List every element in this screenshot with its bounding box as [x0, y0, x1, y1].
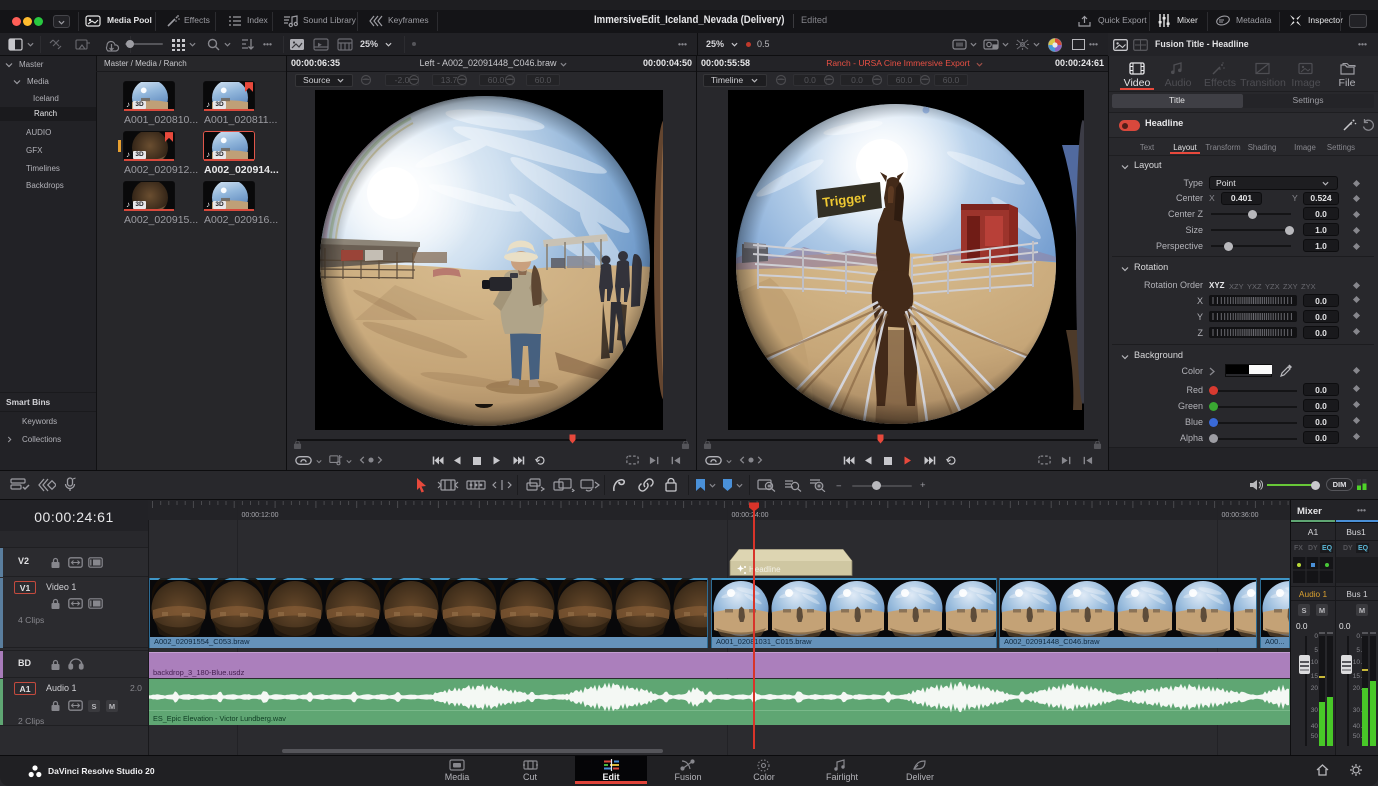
svg-text:▶: ▶	[318, 42, 322, 48]
